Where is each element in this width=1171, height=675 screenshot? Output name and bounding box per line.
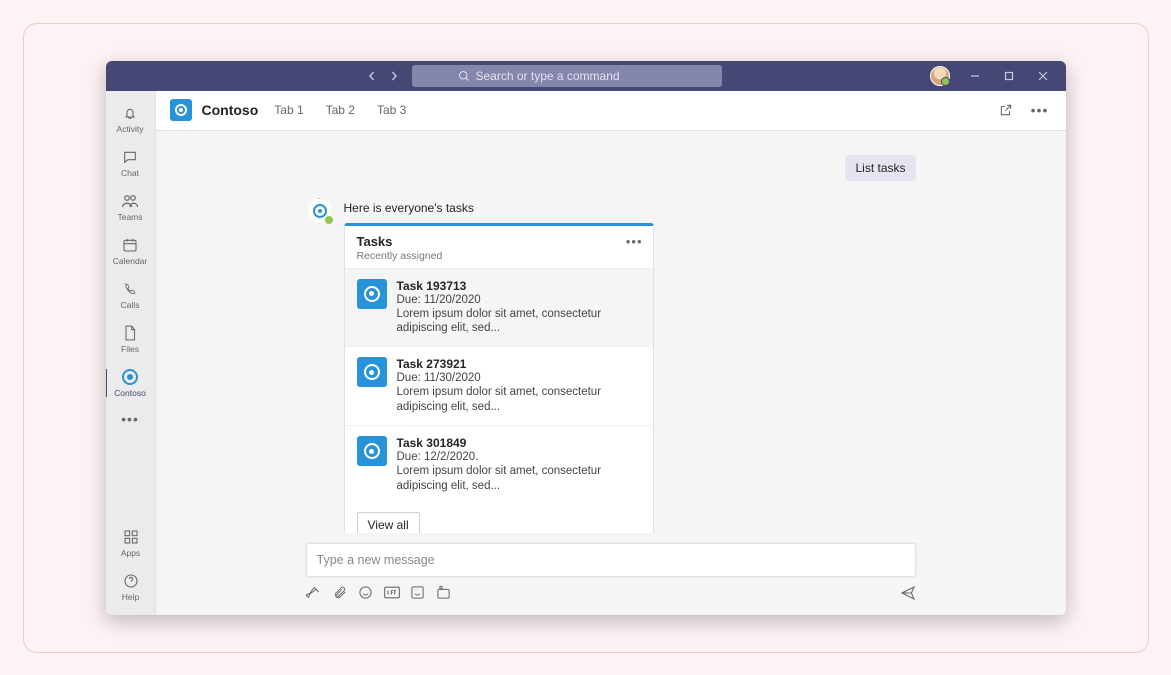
app-rail: Activity Chat Teams Calendar [106, 91, 156, 615]
task-row[interactable]: Task 301849 Due: 12/2/2020. Lorem ipsum … [345, 425, 653, 504]
task-icon [357, 436, 387, 466]
rail-label: Help [122, 592, 139, 602]
user-avatar[interactable] [930, 66, 950, 86]
emoji-icon[interactable] [358, 585, 374, 601]
search-icon [458, 70, 470, 82]
tab-2[interactable]: Tab 2 [320, 103, 361, 117]
rail-label: Contoso [114, 388, 146, 398]
window-minimize-icon[interactable] [958, 61, 992, 91]
window-maximize-icon[interactable] [992, 61, 1026, 91]
calendar-icon [121, 236, 139, 254]
task-row[interactable]: Task 273921 Due: 11/30/2020 Lorem ipsum … [345, 346, 653, 425]
tab-1[interactable]: Tab 1 [268, 103, 309, 117]
bot-avatar-icon [306, 197, 334, 225]
task-icon [357, 279, 387, 309]
rail-contoso[interactable]: Contoso [106, 361, 156, 405]
rail-label: Files [121, 344, 139, 354]
window-close-icon[interactable] [1026, 61, 1060, 91]
tasks-card: Tasks Recently assigned ••• Task 193713 … [344, 223, 654, 533]
user-message: List tasks [845, 155, 915, 181]
app-header: Contoso Tab 1 Tab 2 Tab 3 ••• [156, 91, 1066, 131]
task-desc: Lorem ipsum dolor sit amet, consectetur … [397, 307, 641, 337]
contoso-icon [121, 368, 139, 386]
rail-chat[interactable]: Chat [106, 141, 156, 185]
sticker-icon[interactable] [410, 585, 426, 601]
popout-icon[interactable] [994, 98, 1018, 122]
rail-apps[interactable]: Apps [106, 521, 156, 565]
rail-label: Chat [121, 168, 139, 178]
gif-icon[interactable] [384, 585, 400, 601]
task-due: Due: 11/20/2020 [397, 294, 641, 306]
bot-text: Here is everyone's tasks [344, 197, 916, 215]
rail-label: Apps [121, 548, 140, 558]
teams-icon [121, 192, 139, 210]
apps-icon [122, 528, 140, 546]
header-overflow-icon[interactable]: ••• [1028, 98, 1052, 122]
rail-label: Calendar [113, 256, 148, 266]
composer-area [156, 533, 1066, 615]
phone-icon [121, 280, 139, 298]
help-icon [122, 572, 140, 590]
app-window: Activity Chat Teams Calendar [106, 61, 1066, 615]
tab-3[interactable]: Tab 3 [371, 103, 412, 117]
rail-activity[interactable]: Activity [106, 97, 156, 141]
task-due: Due: 11/30/2020 [397, 372, 641, 384]
extensions-icon[interactable] [436, 585, 452, 601]
nav-back-icon[interactable] [362, 66, 382, 86]
task-title: Task 273921 [397, 357, 641, 371]
task-due: Due: 12/2/2020. [397, 451, 641, 463]
send-icon[interactable] [900, 585, 916, 601]
file-icon [121, 324, 139, 342]
chat-scroll[interactable]: List tasks Here is everyone's tasks Task… [156, 131, 1066, 533]
rail-calendar[interactable]: Calendar [106, 229, 156, 273]
view-all-button[interactable]: View all [357, 512, 420, 532]
card-title: Tasks [357, 234, 641, 249]
bot-message-row: Here is everyone's tasks [306, 197, 916, 225]
attach-icon[interactable] [332, 585, 348, 601]
rail-label: Calls [121, 300, 140, 310]
message-input[interactable] [317, 553, 905, 567]
nav-forward-icon[interactable] [384, 66, 404, 86]
rail-files[interactable]: Files [106, 317, 156, 361]
task-desc: Lorem ipsum dolor sit amet, consectetur … [397, 464, 641, 494]
rail-teams[interactable]: Teams [106, 185, 156, 229]
app-logo-icon [170, 99, 192, 121]
bell-icon [121, 104, 139, 122]
card-overflow-icon[interactable]: ••• [626, 234, 643, 249]
task-icon [357, 357, 387, 387]
format-icon[interactable] [306, 585, 322, 601]
rail-label: Teams [117, 212, 142, 222]
search-input[interactable] [476, 69, 676, 83]
task-desc: Lorem ipsum dolor sit amet, consectetur … [397, 385, 641, 415]
rail-calls[interactable]: Calls [106, 273, 156, 317]
card-subtitle: Recently assigned [357, 250, 641, 262]
search-box[interactable] [412, 65, 722, 87]
outer-frame: Activity Chat Teams Calendar [23, 23, 1149, 653]
task-title: Task 193713 [397, 279, 641, 293]
chat-icon [121, 148, 139, 166]
task-row[interactable]: Task 193713 Due: 11/20/2020 Lorem ipsum … [345, 268, 653, 347]
task-title: Task 301849 [397, 436, 641, 450]
message-composer[interactable] [306, 543, 916, 577]
rail-overflow-icon[interactable]: ••• [121, 405, 139, 433]
rail-help[interactable]: Help [106, 565, 156, 609]
titlebar [106, 61, 1066, 91]
rail-label: Activity [117, 124, 144, 134]
main-area: Contoso Tab 1 Tab 2 Tab 3 ••• List tasks [156, 91, 1066, 615]
app-name: Contoso [202, 102, 259, 118]
